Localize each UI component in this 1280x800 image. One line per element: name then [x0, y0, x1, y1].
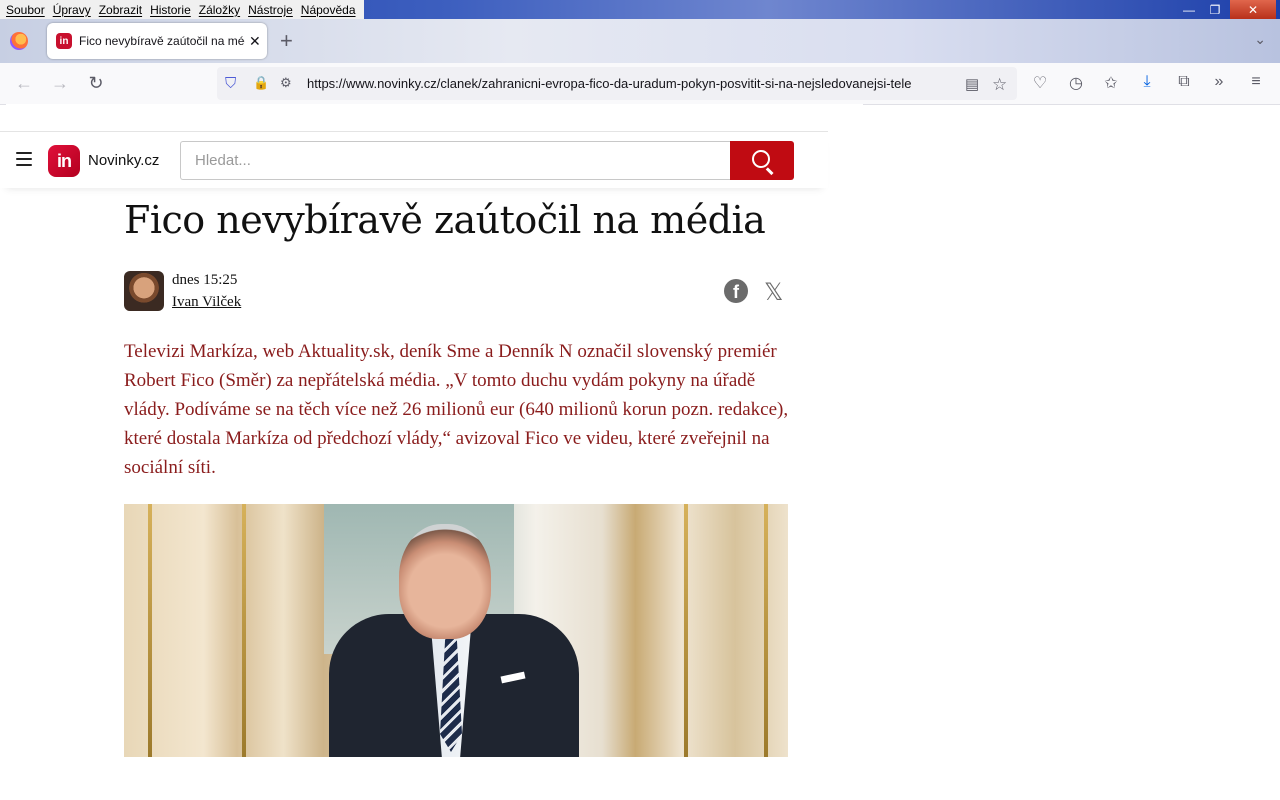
- ad-placeholder: [6, 104, 863, 132]
- article-date: dnes 15:25: [172, 272, 238, 288]
- overflow-menu-icon[interactable]: »: [1208, 73, 1230, 91]
- menu-tools[interactable]: Nástroje: [248, 3, 293, 17]
- author-avatar[interactable]: [124, 271, 164, 311]
- navigation-bar: ← → ↻ ⛉ 🔒 ⚙ https://www.novinky.cz/clane…: [0, 63, 1280, 105]
- photo-gold-trim: [684, 504, 688, 757]
- hamburger-menu-icon[interactable]: [16, 152, 32, 166]
- history-icon[interactable]: ◷: [1065, 73, 1087, 93]
- search-icon: [752, 150, 770, 168]
- site-header: in Novinky.cz: [0, 131, 828, 188]
- menu-history[interactable]: Historie: [150, 3, 191, 17]
- photo-gold-trim: [148, 504, 152, 757]
- search-icon-handle: [766, 167, 774, 175]
- bookmarks-icon[interactable]: ✩: [1100, 73, 1122, 93]
- new-tab-button[interactable]: +: [280, 28, 293, 54]
- minimize-button[interactable]: —: [1176, 0, 1202, 19]
- url-bar[interactable]: ⛉ 🔒 ⚙ https://www.novinky.cz/clanek/zahr…: [217, 67, 1017, 100]
- menu-bar: Soubor Úpravy Zobrazit Historie Záložky …: [0, 0, 364, 19]
- firefox-view-icon[interactable]: [10, 32, 28, 50]
- lock-icon[interactable]: 🔒: [253, 75, 269, 91]
- novinky-favicon-icon: in: [56, 33, 72, 49]
- tab-active[interactable]: in Fico nevybíravě zaútočil na méd ✕: [47, 23, 267, 59]
- site-name[interactable]: Novinky.cz: [88, 152, 159, 169]
- tracking-shield-icon[interactable]: ⛉: [225, 75, 236, 92]
- back-button[interactable]: ←: [13, 73, 35, 94]
- menu-help[interactable]: Nápověda: [301, 3, 356, 17]
- photo-head: [399, 524, 491, 639]
- list-all-tabs-icon[interactable]: ⌄: [1254, 31, 1266, 48]
- x-share-icon[interactable]: 𝕏: [764, 278, 783, 306]
- pocket-icon[interactable]: ♡: [1029, 73, 1051, 93]
- novinky-logo-icon[interactable]: in: [48, 145, 80, 177]
- reload-button[interactable]: ↻: [85, 73, 107, 94]
- extensions-icon[interactable]: ⧉: [1173, 73, 1195, 91]
- facebook-share-icon[interactable]: f: [724, 279, 748, 303]
- menu-edit[interactable]: Úpravy: [53, 3, 91, 17]
- tab-strip: in Fico nevybíravě zaútočil na méd ✕ + ⌄: [0, 19, 1280, 63]
- bookmark-star-icon[interactable]: ☆: [992, 75, 1007, 95]
- menu-bookmarks[interactable]: Záložky: [199, 3, 240, 17]
- permissions-icon[interactable]: ⚙: [280, 75, 292, 91]
- reader-view-icon[interactable]: ▤: [965, 75, 979, 93]
- downloads-icon[interactable]: ⤓: [1136, 73, 1158, 91]
- menu-file[interactable]: Soubor: [6, 3, 45, 17]
- article-title: Fico nevybíravě zaútočil na média: [124, 198, 766, 242]
- forward-button[interactable]: →: [49, 73, 71, 94]
- url-text[interactable]: https://www.novinky.cz/clanek/zahranicni…: [307, 76, 957, 91]
- photo-gold-trim: [242, 504, 246, 757]
- search-button[interactable]: [730, 141, 794, 180]
- article-perex: Televizi Markíza, web Aktuality.sk, dení…: [124, 341, 789, 478]
- author-link[interactable]: Ivan Vilček: [172, 294, 241, 311]
- photo-gold-trim: [764, 504, 768, 757]
- search-input[interactable]: [180, 141, 730, 180]
- restore-button[interactable]: ❐: [1202, 0, 1228, 19]
- app-menu-icon[interactable]: ≡: [1245, 73, 1267, 91]
- article-photo[interactable]: [124, 504, 788, 757]
- menu-view[interactable]: Zobrazit: [99, 3, 142, 17]
- close-window-button[interactable]: ✕: [1230, 0, 1276, 19]
- tab-close-icon[interactable]: ✕: [249, 33, 261, 50]
- tab-title: Fico nevybíravě zaútočil na méd: [79, 34, 245, 48]
